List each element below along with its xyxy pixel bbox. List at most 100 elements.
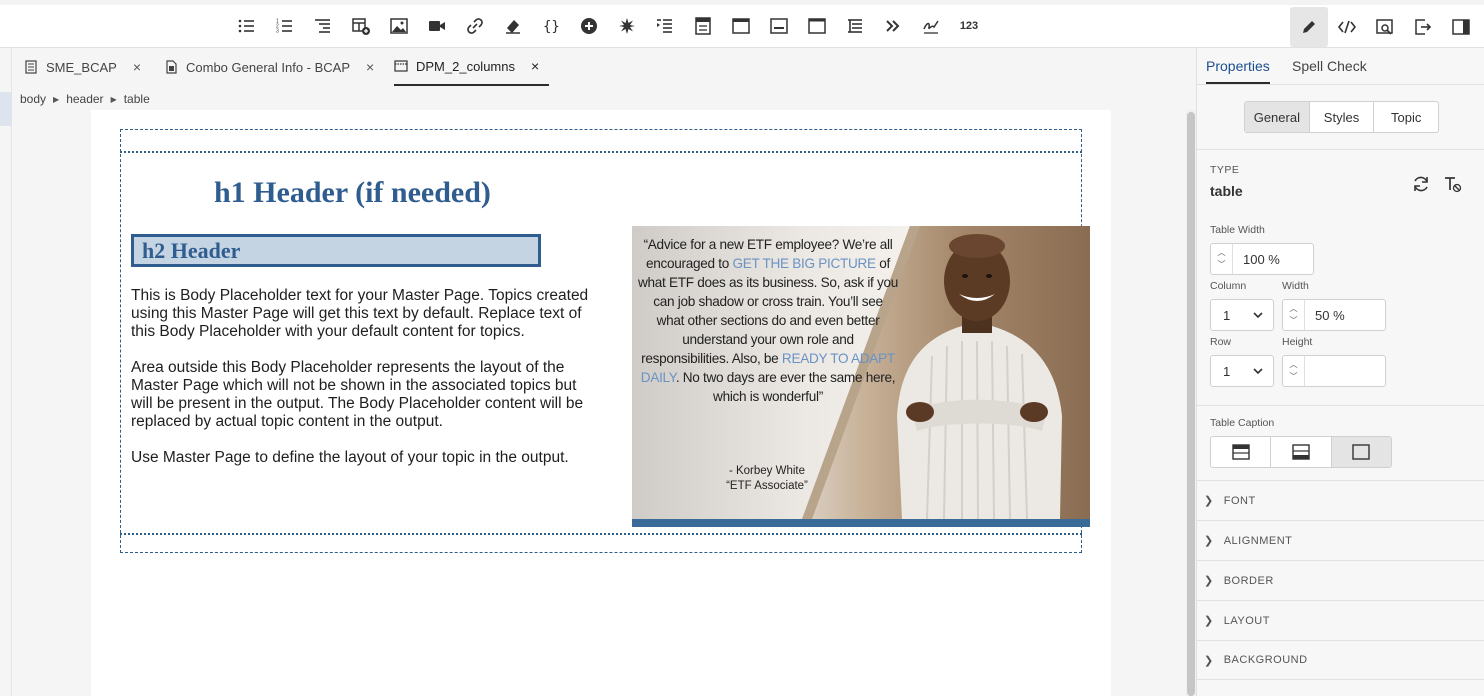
divider xyxy=(1197,149,1484,150)
insert-toc-icon[interactable] xyxy=(836,11,874,41)
column-select[interactable]: 1 xyxy=(1210,299,1274,331)
caption-none-button[interactable] xyxy=(1331,437,1391,467)
left-gutter xyxy=(0,48,12,696)
close-icon[interactable]: × xyxy=(531,58,539,74)
breadcrumb-separator-icon: ▶ xyxy=(110,94,117,104)
tab-spell-check[interactable]: Spell Check xyxy=(1292,58,1367,74)
row-select[interactable]: 1 xyxy=(1210,355,1274,387)
bulleted-list-icon[interactable] xyxy=(228,11,266,41)
insert-video-icon[interactable] xyxy=(418,11,456,41)
chevron-up-icon[interactable]: ︿ xyxy=(1290,359,1298,371)
table-width-value[interactable]: 100 % xyxy=(1233,252,1280,267)
preview-button[interactable] xyxy=(1366,7,1404,47)
export-button[interactable] xyxy=(1404,7,1442,47)
quote-text: . No two days are ever the same here, wh… xyxy=(675,370,896,404)
page-heading-h2[interactable]: h2 Header xyxy=(142,238,240,264)
refresh-icon[interactable] xyxy=(1411,174,1431,194)
source-view-button[interactable] xyxy=(1328,7,1366,47)
layout-top-icon[interactable] xyxy=(722,11,760,41)
column-width-value[interactable]: 50 % xyxy=(1305,308,1345,323)
body-paragraph[interactable]: Use Master Page to define the layout of … xyxy=(131,449,601,467)
table-width-stepper[interactable]: ︿ ﹀ 100 % xyxy=(1210,243,1314,275)
body-placeholder[interactable]: This is Body Placeholder text for your M… xyxy=(131,287,601,485)
caption-bottom-button[interactable] xyxy=(1271,437,1332,467)
breadcrumb-item-table[interactable]: table xyxy=(124,92,150,106)
breadcrumb-item-header[interactable]: header xyxy=(66,92,103,106)
breadcrumb-item-body[interactable]: body xyxy=(20,92,46,106)
caption-bottom-icon xyxy=(1292,444,1310,460)
clear-format-icon[interactable] xyxy=(1442,174,1462,194)
section-alignment[interactable]: ❯ ALIGNMENT xyxy=(1197,520,1484,560)
chevron-right-icon: ❯ xyxy=(1204,654,1214,667)
testimonial-image[interactable]: “Advice for a new ETF employee? We’re al… xyxy=(632,226,1090,527)
layout-bottom-icon[interactable] xyxy=(760,11,798,41)
section-font[interactable]: ❯ FONT xyxy=(1197,480,1484,520)
section-label: BORDER xyxy=(1223,574,1274,587)
numbered-list-icon[interactable]: 123 xyxy=(266,11,304,41)
tab-label: SME_BCAP xyxy=(46,59,117,75)
breadcrumb: body ▶ header ▶ table xyxy=(12,88,1196,110)
segment-topic[interactable]: Topic xyxy=(1374,102,1438,132)
panel-toggle-button[interactable] xyxy=(1442,7,1480,47)
signature-icon[interactable] xyxy=(912,11,950,41)
section-background[interactable]: ❯ BACKGROUND xyxy=(1197,640,1484,680)
section-label: LAYOUT xyxy=(1223,614,1270,627)
insert-table-icon[interactable] xyxy=(342,11,380,41)
numbering-button[interactable]: 123 xyxy=(950,11,988,41)
chevron-up-icon[interactable]: ︿ xyxy=(1290,303,1298,315)
close-icon[interactable]: × xyxy=(366,59,374,75)
quote-highlight: GET THE BIG PICTURE xyxy=(732,256,876,271)
insert-symbol-icon[interactable] xyxy=(608,11,646,41)
preview-icon xyxy=(1376,19,1393,35)
properties-mode-switch: General Styles Topic xyxy=(1244,101,1439,133)
toolbar-insert-group: 123 {} 123 xyxy=(228,11,988,41)
column-width-stepper[interactable]: ︿ ﹀ 50 % xyxy=(1282,299,1386,331)
layout-frame-icon[interactable] xyxy=(798,11,836,41)
section-border[interactable]: ❯ BORDER xyxy=(1197,560,1484,600)
multilevel-list-icon[interactable] xyxy=(304,11,342,41)
insert-code-icon[interactable]: {} xyxy=(532,11,570,41)
insert-indent-icon[interactable] xyxy=(646,11,684,41)
body-paragraph[interactable]: Area outside this Body Placeholder repre… xyxy=(131,359,601,431)
numbering-label: 123 xyxy=(959,20,979,32)
section-layout[interactable]: ❯ LAYOUT xyxy=(1197,600,1484,640)
chevron-down-icon xyxy=(1253,367,1263,374)
chevron-down-icon[interactable]: ﹀ xyxy=(1218,259,1226,271)
tab-dpm-2-columns[interactable]: DPM_2_columns × xyxy=(394,48,549,86)
chevron-down-icon xyxy=(1253,311,1263,318)
segment-styles[interactable]: Styles xyxy=(1310,102,1375,132)
insert-snippet-icon[interactable] xyxy=(494,11,532,41)
insert-link-icon[interactable] xyxy=(456,11,494,41)
chevron-down-icon[interactable]: ﹀ xyxy=(1290,315,1298,327)
stepper-arrows[interactable]: ︿ ﹀ xyxy=(1283,300,1305,330)
tab-properties[interactable]: Properties xyxy=(1206,58,1270,84)
tab-combo-general-info[interactable]: Combo General Info - BCAP × xyxy=(164,48,374,86)
table-caption-switch xyxy=(1210,436,1392,468)
tab-sme-bcap[interactable]: SME_BCAP × xyxy=(24,48,141,86)
svg-text:3: 3 xyxy=(276,29,279,35)
chevron-down-icon[interactable]: ﹀ xyxy=(1290,371,1298,383)
column-label: Column xyxy=(1210,280,1247,292)
pencil-icon xyxy=(1303,21,1315,33)
stepper-arrows[interactable]: ︿ ﹀ xyxy=(1283,356,1305,386)
code-view-icon xyxy=(1337,20,1357,34)
add-element-icon[interactable] xyxy=(570,11,608,41)
edit-mode-button[interactable] xyxy=(1290,7,1328,47)
master-page-icon xyxy=(394,60,408,72)
more-chevron-icon[interactable] xyxy=(874,11,912,41)
width-label: Width xyxy=(1282,280,1309,292)
attribution-title: “ETF Associate” xyxy=(726,480,808,492)
scrollbar-thumb[interactable] xyxy=(1187,112,1195,696)
row-height-stepper[interactable]: ︿ ﹀ xyxy=(1282,355,1386,387)
quote-text: of what ETF does as its business. So, as… xyxy=(638,256,899,366)
page-heading-h1[interactable]: h1 Header (if needed) xyxy=(214,176,491,210)
caption-top-button[interactable] xyxy=(1211,437,1272,467)
insert-block-icon[interactable] xyxy=(684,11,722,41)
body-paragraph[interactable]: This is Body Placeholder text for your M… xyxy=(131,287,601,341)
segment-general[interactable]: General xyxy=(1245,102,1310,132)
insert-image-icon[interactable] xyxy=(380,11,418,41)
stepper-arrows[interactable]: ︿ ﹀ xyxy=(1211,244,1233,274)
close-icon[interactable]: × xyxy=(133,59,141,75)
chevron-up-icon[interactable]: ︿ xyxy=(1218,247,1226,259)
left-gutter-marker xyxy=(0,92,12,126)
